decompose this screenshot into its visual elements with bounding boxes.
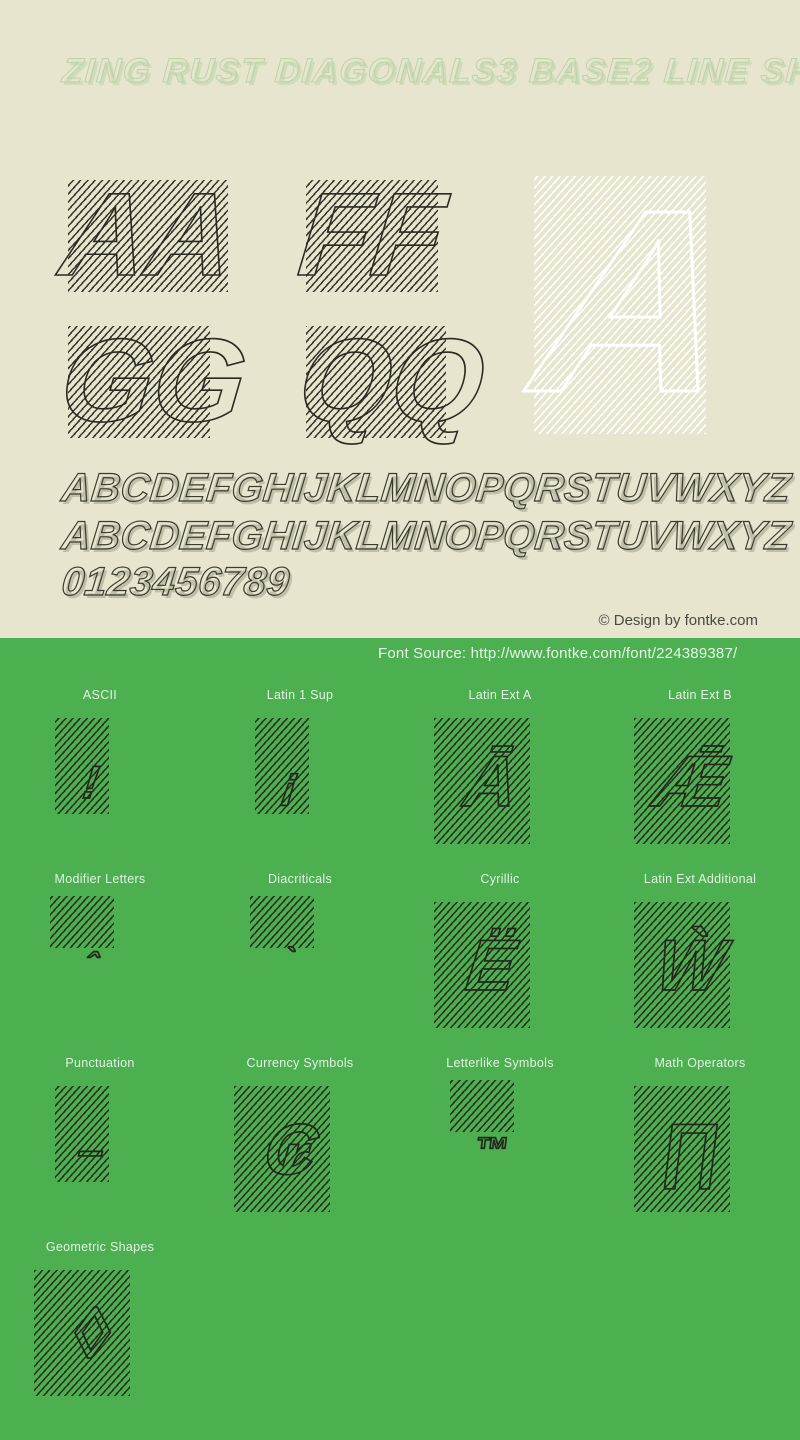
unicode-block-glyph: ◊ — [67, 1293, 114, 1375]
alphabet-row-uppercase-1: ABCDEFGHIJKLMNOPQRSTUVWXYZ — [59, 465, 793, 510]
unicode-block-row: Punctuation – Currency Symbols ₢ Letterlike … — [0, 1052, 800, 1236]
unicode-block-ascii: ASCII! — [0, 684, 200, 868]
unicode-block-geometric-shapes: Geometric Shapes ◊ — [0, 1236, 200, 1420]
letter-sample-qq: QQ — [292, 314, 491, 448]
letter-sample-big-a: A — [521, 156, 747, 449]
unicode-block-glyph: ₢ — [259, 1109, 323, 1191]
unicode-block-label: Latin Ext A — [468, 688, 532, 702]
unicode-block-row: ASCII! Latin 1 Sup ¡ Latin Ext A Ā Latin Ext … — [0, 684, 800, 868]
unicode-block-label: ASCII — [82, 688, 118, 702]
unicode-block-cyrillic: Cyrillic Ё — [400, 868, 600, 1052]
unicode-block-math-operators: Math Operators ∏ — [600, 1052, 800, 1236]
unicode-block-glyph: ∏ — [656, 1109, 727, 1191]
unicode-block-label: Modifier Letters — [54, 872, 146, 886]
unicode-block-glyph: Ẁ — [651, 925, 730, 1007]
unicode-block-glyph: ̀ — [288, 946, 294, 986]
unicode-block-punctuation: Punctuation – — [0, 1052, 200, 1236]
unicode-block-empty — [400, 1236, 600, 1420]
unicode-block-glyph: ¡ — [279, 755, 302, 809]
unicode-block-label: Cyrillic — [480, 872, 520, 886]
unicode-block-glyph: Ā — [459, 741, 523, 823]
unicode-block-label: Letterlike Symbols — [446, 1056, 554, 1070]
unicode-block-glyph: Ǣ — [649, 741, 733, 823]
font-source-link[interactable]: Font Source: http://www.fontke.com/font/… — [378, 645, 737, 662]
letter-sample-gg: GG — [54, 314, 253, 448]
letter-sample-aa: AA — [54, 168, 240, 302]
unicode-block-label: Latin 1 Sup — [266, 688, 334, 702]
unicode-block-letterlike-symbols: Letterlike Symbols ™ — [400, 1052, 600, 1236]
unicode-block-label: Diacriticals — [267, 872, 333, 886]
unicode-block-grid: ASCII! Latin 1 Sup ¡ Latin Ext A Ā Latin Ext … — [0, 684, 800, 1420]
alphabet-row-numerals: 0123456789 — [59, 559, 292, 604]
font-specimen-page: ZING RUST DIAGONALS3 BASE2 LINE SHADOW4 … — [0, 0, 800, 1440]
unicode-block-glyph: Ё — [461, 925, 521, 1007]
unicode-block-label: Geometric Shapes — [45, 1240, 155, 1254]
unicode-block-latin-ext-a: Latin Ext A Ā — [400, 684, 600, 868]
unicode-block-empty — [200, 1236, 400, 1420]
unicode-block-label: Punctuation — [65, 1056, 135, 1070]
unicode-block-currency-symbols: Currency Symbols ₢ — [200, 1052, 400, 1236]
unicode-block-glyph: ™ — [471, 1130, 511, 1170]
unicode-block-modifier-letters: Modifier Letters ˆ — [0, 868, 200, 1052]
unicode-block-row: Modifier Letters ˆ Diacriticals̀ Cyrillic Ё L… — [0, 868, 800, 1052]
unicode-block-latin-ext-b: Latin Ext B Ǣ — [600, 684, 800, 868]
alphabet-row-uppercase-2: ABCDEFGHIJKLMNOPQRSTUVWXYZ — [59, 513, 793, 558]
page-title: ZING RUST DIAGONALS3 BASE2 LINE SHADOW4 — [60, 52, 800, 91]
design-credit: © Design by fontke.com — [598, 612, 758, 629]
unicode-block-label: Latin Ext Additional — [643, 872, 757, 886]
specimen-top-panel: ZING RUST DIAGONALS3 BASE2 LINE SHADOW4 … — [0, 0, 800, 638]
unicode-block-latin-ext-additional: Latin Ext Additional Ẁ — [600, 868, 800, 1052]
unicode-block-latin-1-sup: Latin 1 Sup ¡ — [200, 684, 400, 868]
unicode-block-label: Math Operators — [654, 1056, 746, 1070]
letter-sample-ff: FF — [292, 168, 452, 302]
unicode-block-empty — [600, 1236, 800, 1420]
unicode-block-label: Latin Ext B — [668, 688, 732, 702]
unicode-block-label: Currency Symbols — [246, 1056, 354, 1070]
unicode-block-row: Geometric Shapes ◊ — [0, 1236, 800, 1420]
unicode-block-diacriticals: Diacriticals̀ — [200, 868, 400, 1052]
